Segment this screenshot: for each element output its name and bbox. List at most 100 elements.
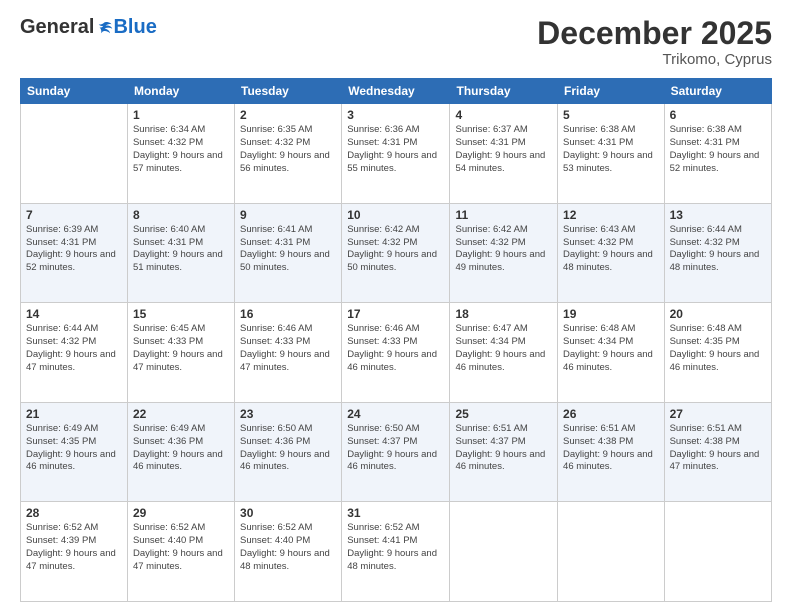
day-number: 23 [240, 407, 336, 421]
day-number: 8 [133, 208, 229, 222]
calendar-cell: 4Sunrise: 6:37 AMSunset: 4:31 PMDaylight… [450, 104, 558, 204]
calendar-cell: 7 Sunrise: 6:39 AMSunset: 4:31 PMDaylight… [21, 203, 128, 303]
calendar-header-row: SundayMondayTuesdayWednesdayThursdayFrid… [21, 79, 772, 104]
month-title: December 2025 [537, 16, 772, 51]
day-info: Sunrise: 6:35 AMSunset: 4:32 PMDaylight:… [240, 124, 336, 175]
day-number: 21 [26, 407, 122, 421]
day-info: Sunrise: 6:36 AMSunset: 4:31 PMDaylight:… [347, 124, 444, 175]
day-number: 28 [26, 506, 122, 520]
day-info: Sunrise: 6:46 AMSunset: 4:33 PMDaylight:… [347, 323, 444, 374]
day-number: 22 [133, 407, 229, 421]
calendar-cell: 10 Sunrise: 6:42 AMSunset: 4:32 PMDayligh… [342, 203, 450, 303]
logo-general-text: General [20, 16, 94, 39]
day-number: 13 [670, 208, 766, 222]
calendar-cell: 16 Sunrise: 6:46 AMSunset: 4:33 PMDayligh… [235, 303, 342, 403]
calendar-cell [21, 104, 128, 204]
title-block: December 2025 Trikomo, Cyprus [537, 16, 772, 68]
day-info: Sunrise: 6:41 AMSunset: 4:31 PMDaylight:… [240, 224, 336, 275]
calendar-table: SundayMondayTuesdayWednesdayThursdayFrid… [20, 78, 772, 602]
day-info: Sunrise: 6:38 AMSunset: 4:31 PMDaylight:… [670, 124, 766, 175]
day-info: Sunrise: 6:48 AMSunset: 4:34 PMDaylight:… [563, 323, 659, 374]
calendar-cell: 30 Sunrise: 6:52 AMSunset: 4:40 PMDayligh… [235, 502, 342, 602]
day-number: 2 [240, 108, 336, 122]
day-info: Sunrise: 6:50 AMSunset: 4:36 PMDaylight:… [240, 423, 336, 474]
calendar-week-row: 14 Sunrise: 6:44 AMSunset: 4:32 PMDayligh… [21, 303, 772, 403]
logo-blue-text: Blue [113, 16, 156, 39]
calendar-cell: 29Sunrise: 6:52 AMSunset: 4:40 PMDayligh… [127, 502, 234, 602]
calendar-cell: 22 Sunrise: 6:49 AMSunset: 4:36 PMDayligh… [127, 402, 234, 502]
day-info: Sunrise: 6:45 AMSunset: 4:33 PMDaylight:… [133, 323, 229, 374]
day-info: Sunrise: 6:39 AMSunset: 4:31 PMDaylight:… [26, 224, 122, 275]
day-info: Sunrise: 6:42 AMSunset: 4:32 PMDaylight:… [347, 224, 444, 275]
calendar-cell: 25Sunrise: 6:51 AMSunset: 4:37 PMDayligh… [450, 402, 558, 502]
calendar-cell: 9 Sunrise: 6:41 AMSunset: 4:31 PMDaylight… [235, 203, 342, 303]
day-info: Sunrise: 6:52 AMSunset: 4:40 PMDaylight:… [240, 522, 336, 573]
day-info: Sunrise: 6:49 AMSunset: 4:36 PMDaylight:… [133, 423, 229, 474]
day-info: Sunrise: 6:46 AMSunset: 4:33 PMDaylight:… [240, 323, 336, 374]
day-number: 11 [455, 208, 552, 222]
col-header-wednesday: Wednesday [342, 79, 450, 104]
day-info: Sunrise: 6:44 AMSunset: 4:32 PMDaylight:… [26, 323, 122, 374]
calendar-cell [450, 502, 558, 602]
day-info: Sunrise: 6:51 AMSunset: 4:38 PMDaylight:… [563, 423, 659, 474]
logo-bird-icon [95, 19, 113, 37]
calendar-cell: 13 Sunrise: 6:44 AMSunset: 4:32 PMDayligh… [664, 203, 771, 303]
calendar-cell: 2 Sunrise: 6:35 AMSunset: 4:32 PMDaylight… [235, 104, 342, 204]
day-info: Sunrise: 6:37 AMSunset: 4:31 PMDaylight:… [455, 124, 552, 175]
col-header-tuesday: Tuesday [235, 79, 342, 104]
calendar-cell: 11 Sunrise: 6:42 AMSunset: 4:32 PMDayligh… [450, 203, 558, 303]
day-number: 1 [133, 108, 229, 122]
calendar-week-row: 7 Sunrise: 6:39 AMSunset: 4:31 PMDaylight… [21, 203, 772, 303]
calendar-cell: 17 Sunrise: 6:46 AMSunset: 4:33 PMDayligh… [342, 303, 450, 403]
col-header-monday: Monday [127, 79, 234, 104]
calendar-week-row: 28 Sunrise: 6:52 AMSunset: 4:39 PMDayligh… [21, 502, 772, 602]
day-number: 3 [347, 108, 444, 122]
day-number: 25 [455, 407, 552, 421]
day-number: 31 [347, 506, 444, 520]
day-number: 5 [563, 108, 659, 122]
calendar-cell: 15Sunrise: 6:45 AMSunset: 4:33 PMDayligh… [127, 303, 234, 403]
calendar-cell: 5 Sunrise: 6:38 AMSunset: 4:31 PMDaylight… [558, 104, 665, 204]
day-info: Sunrise: 6:48 AMSunset: 4:35 PMDaylight:… [670, 323, 766, 374]
day-info: Sunrise: 6:52 AMSunset: 4:41 PMDaylight:… [347, 522, 444, 573]
day-number: 16 [240, 307, 336, 321]
day-number: 17 [347, 307, 444, 321]
calendar-week-row: 21 Sunrise: 6:49 AMSunset: 4:35 PMDayligh… [21, 402, 772, 502]
day-number: 6 [670, 108, 766, 122]
calendar-cell: 3 Sunrise: 6:36 AMSunset: 4:31 PMDaylight… [342, 104, 450, 204]
day-info: Sunrise: 6:38 AMSunset: 4:31 PMDaylight:… [563, 124, 659, 175]
day-number: 29 [133, 506, 229, 520]
day-number: 7 [26, 208, 122, 222]
col-header-friday: Friday [558, 79, 665, 104]
calendar-cell [664, 502, 771, 602]
day-number: 30 [240, 506, 336, 520]
calendar-cell: 23 Sunrise: 6:50 AMSunset: 4:36 PMDayligh… [235, 402, 342, 502]
calendar-cell: 21 Sunrise: 6:49 AMSunset: 4:35 PMDayligh… [21, 402, 128, 502]
day-info: Sunrise: 6:52 AMSunset: 4:39 PMDaylight:… [26, 522, 122, 573]
logo: General Blue [20, 16, 157, 39]
header: General Blue December 2025 Trikomo, Cypr… [20, 16, 772, 68]
day-info: Sunrise: 6:51 AMSunset: 4:38 PMDaylight:… [670, 423, 766, 474]
day-info: Sunrise: 6:43 AMSunset: 4:32 PMDaylight:… [563, 224, 659, 275]
day-number: 9 [240, 208, 336, 222]
day-info: Sunrise: 6:42 AMSunset: 4:32 PMDaylight:… [455, 224, 552, 275]
day-info: Sunrise: 6:44 AMSunset: 4:32 PMDaylight:… [670, 224, 766, 275]
col-header-thursday: Thursday [450, 79, 558, 104]
day-number: 18 [455, 307, 552, 321]
col-header-saturday: Saturday [664, 79, 771, 104]
day-number: 10 [347, 208, 444, 222]
day-number: 26 [563, 407, 659, 421]
calendar-cell [558, 502, 665, 602]
calendar-cell: 18Sunrise: 6:47 AMSunset: 4:34 PMDayligh… [450, 303, 558, 403]
calendar-cell: 27Sunrise: 6:51 AMSunset: 4:38 PMDayligh… [664, 402, 771, 502]
col-header-sunday: Sunday [21, 79, 128, 104]
location-text: Trikomo, Cyprus [537, 51, 772, 68]
day-number: 14 [26, 307, 122, 321]
calendar-cell: 14 Sunrise: 6:44 AMSunset: 4:32 PMDayligh… [21, 303, 128, 403]
calendar-cell: 12Sunrise: 6:43 AMSunset: 4:32 PMDayligh… [558, 203, 665, 303]
calendar-cell: 19 Sunrise: 6:48 AMSunset: 4:34 PMDayligh… [558, 303, 665, 403]
day-info: Sunrise: 6:40 AMSunset: 4:31 PMDaylight:… [133, 224, 229, 275]
day-number: 19 [563, 307, 659, 321]
calendar-cell: 28 Sunrise: 6:52 AMSunset: 4:39 PMDayligh… [21, 502, 128, 602]
day-info: Sunrise: 6:49 AMSunset: 4:35 PMDaylight:… [26, 423, 122, 474]
